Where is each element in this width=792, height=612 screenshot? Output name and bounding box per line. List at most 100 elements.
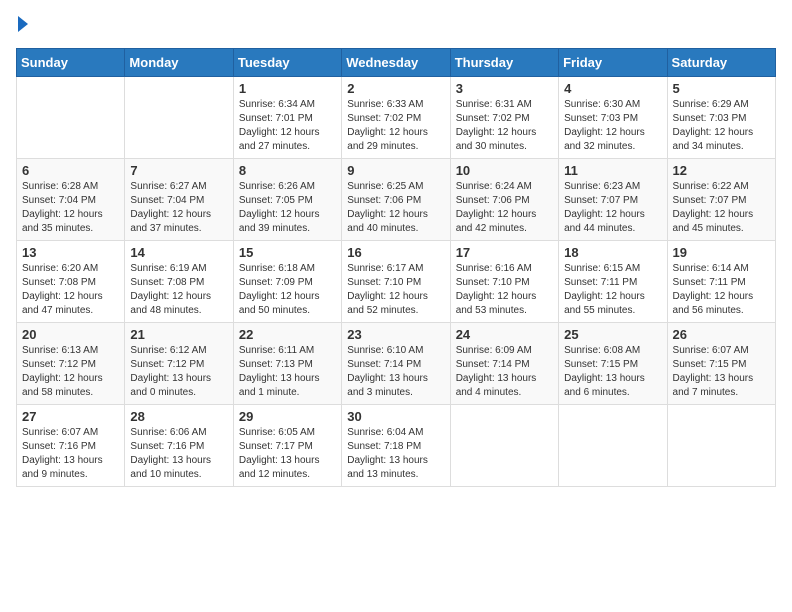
calendar-cell: 18 Sunrise: 6:15 AM Sunset: 7:11 PM Dayli… [559,241,667,323]
calendar-cell: 12 Sunrise: 6:22 AM Sunset: 7:07 PM Dayli… [667,159,775,241]
calendar-week-row: 27 Sunrise: 6:07 AM Sunset: 7:16 PM Dayli… [17,405,776,487]
cell-info: Sunrise: 6:18 AM Sunset: 7:09 PM Dayligh… [239,262,336,318]
calendar-cell: 20 Sunrise: 6:13 AM Sunset: 7:12 PM Dayli… [17,323,125,405]
weekday-header-thursday: Thursday [450,49,558,77]
cell-info: Sunrise: 6:29 AM Sunset: 7:03 PM Dayligh… [673,98,770,154]
day-number: 22 [239,327,336,342]
calendar-body: 1 Sunrise: 6:34 AM Sunset: 7:01 PM Daylig… [17,77,776,487]
cell-info: Sunrise: 6:31 AM Sunset: 7:02 PM Dayligh… [456,98,553,154]
calendar-cell: 25 Sunrise: 6:08 AM Sunset: 7:15 PM Dayli… [559,323,667,405]
day-number: 9 [347,163,444,178]
calendar-cell: 26 Sunrise: 6:07 AM Sunset: 7:15 PM Dayli… [667,323,775,405]
calendar-cell: 17 Sunrise: 6:16 AM Sunset: 7:10 PM Dayli… [450,241,558,323]
calendar-cell: 29 Sunrise: 6:05 AM Sunset: 7:17 PM Dayli… [233,405,341,487]
calendar-cell: 5Sunrise: 6:29 AM Sunset: 7:03 PM Daylig… [667,77,775,159]
day-number: 27 [22,409,119,424]
calendar-header-row: SundayMondayTuesdayWednesdayThursdayFrid… [17,49,776,77]
cell-info: Sunrise: 6:28 AM Sunset: 7:04 PM Dayligh… [22,180,119,236]
calendar-cell [667,405,775,487]
calendar-cell: 3 Sunrise: 6:31 AM Sunset: 7:02 PM Daylig… [450,77,558,159]
page-header [16,16,776,36]
cell-info: Sunrise: 6:33 AM Sunset: 7:02 PM Dayligh… [347,98,444,154]
calendar-cell [559,405,667,487]
day-number: 17 [456,245,553,260]
calendar-cell [17,77,125,159]
calendar-cell: 24 Sunrise: 6:09 AM Sunset: 7:14 PM Dayli… [450,323,558,405]
day-number: 10 [456,163,553,178]
day-number: 3 [456,81,553,96]
calendar-cell: 8Sunrise: 6:26 AM Sunset: 7:05 PM Daylig… [233,159,341,241]
cell-info: Sunrise: 6:19 AM Sunset: 7:08 PM Dayligh… [130,262,227,318]
calendar-week-row: 1 Sunrise: 6:34 AM Sunset: 7:01 PM Daylig… [17,77,776,159]
cell-info: Sunrise: 6:06 AM Sunset: 7:16 PM Dayligh… [130,426,227,482]
calendar-cell: 30 Sunrise: 6:04 AM Sunset: 7:18 PM Dayli… [342,405,450,487]
day-number: 20 [22,327,119,342]
cell-info: Sunrise: 6:04 AM Sunset: 7:18 PM Dayligh… [347,426,444,482]
day-number: 28 [130,409,227,424]
day-number: 26 [673,327,770,342]
cell-info: Sunrise: 6:23 AM Sunset: 7:07 PM Dayligh… [564,180,661,236]
cell-info: Sunrise: 6:10 AM Sunset: 7:14 PM Dayligh… [347,344,444,400]
day-number: 2 [347,81,444,96]
calendar-table: SundayMondayTuesdayWednesdayThursdayFrid… [16,48,776,487]
day-number: 14 [130,245,227,260]
cell-info: Sunrise: 6:20 AM Sunset: 7:08 PM Dayligh… [22,262,119,318]
weekday-header-saturday: Saturday [667,49,775,77]
day-number: 15 [239,245,336,260]
calendar-week-row: 13 Sunrise: 6:20 AM Sunset: 7:08 PM Dayli… [17,241,776,323]
calendar-cell: 6 Sunrise: 6:28 AM Sunset: 7:04 PM Daylig… [17,159,125,241]
day-number: 24 [456,327,553,342]
logo-triangle-icon [18,16,28,32]
cell-info: Sunrise: 6:11 AM Sunset: 7:13 PM Dayligh… [239,344,336,400]
day-number: 25 [564,327,661,342]
calendar-cell: 16 Sunrise: 6:17 AM Sunset: 7:10 PM Dayli… [342,241,450,323]
calendar-cell: 7 Sunrise: 6:27 AM Sunset: 7:04 PM Daylig… [125,159,233,241]
cell-info: Sunrise: 6:13 AM Sunset: 7:12 PM Dayligh… [22,344,119,400]
day-number: 30 [347,409,444,424]
weekday-header-monday: Monday [125,49,233,77]
day-number: 19 [673,245,770,260]
day-number: 6 [22,163,119,178]
cell-info: Sunrise: 6:25 AM Sunset: 7:06 PM Dayligh… [347,180,444,236]
calendar-cell: 10Sunrise: 6:24 AM Sunset: 7:06 PM Dayli… [450,159,558,241]
cell-info: Sunrise: 6:22 AM Sunset: 7:07 PM Dayligh… [673,180,770,236]
day-number: 23 [347,327,444,342]
cell-info: Sunrise: 6:15 AM Sunset: 7:11 PM Dayligh… [564,262,661,318]
logo [16,16,28,36]
day-number: 4 [564,81,661,96]
cell-info: Sunrise: 6:14 AM Sunset: 7:11 PM Dayligh… [673,262,770,318]
cell-info: Sunrise: 6:16 AM Sunset: 7:10 PM Dayligh… [456,262,553,318]
day-number: 16 [347,245,444,260]
cell-info: Sunrise: 6:09 AM Sunset: 7:14 PM Dayligh… [456,344,553,400]
calendar-cell: 11 Sunrise: 6:23 AM Sunset: 7:07 PM Dayli… [559,159,667,241]
calendar-cell: 22 Sunrise: 6:11 AM Sunset: 7:13 PM Dayli… [233,323,341,405]
calendar-cell: 1 Sunrise: 6:34 AM Sunset: 7:01 PM Daylig… [233,77,341,159]
calendar-cell: 9 Sunrise: 6:25 AM Sunset: 7:06 PM Daylig… [342,159,450,241]
cell-info: Sunrise: 6:26 AM Sunset: 7:05 PM Dayligh… [239,180,336,236]
calendar-cell: 21Sunrise: 6:12 AM Sunset: 7:12 PM Dayli… [125,323,233,405]
weekday-header-tuesday: Tuesday [233,49,341,77]
cell-info: Sunrise: 6:30 AM Sunset: 7:03 PM Dayligh… [564,98,661,154]
day-number: 13 [22,245,119,260]
cell-info: Sunrise: 6:34 AM Sunset: 7:01 PM Dayligh… [239,98,336,154]
calendar-cell [450,405,558,487]
cell-info: Sunrise: 6:07 AM Sunset: 7:15 PM Dayligh… [673,344,770,400]
day-number: 12 [673,163,770,178]
cell-info: Sunrise: 6:08 AM Sunset: 7:15 PM Dayligh… [564,344,661,400]
calendar-cell: 4 Sunrise: 6:30 AM Sunset: 7:03 PM Daylig… [559,77,667,159]
calendar-cell: 14 Sunrise: 6:19 AM Sunset: 7:08 PM Dayli… [125,241,233,323]
day-number: 18 [564,245,661,260]
calendar-week-row: 20 Sunrise: 6:13 AM Sunset: 7:12 PM Dayli… [17,323,776,405]
calendar-cell [125,77,233,159]
day-number: 29 [239,409,336,424]
calendar-week-row: 6 Sunrise: 6:28 AM Sunset: 7:04 PM Daylig… [17,159,776,241]
cell-info: Sunrise: 6:12 AM Sunset: 7:12 PM Dayligh… [130,344,227,400]
day-number: 7 [130,163,227,178]
cell-info: Sunrise: 6:17 AM Sunset: 7:10 PM Dayligh… [347,262,444,318]
cell-info: Sunrise: 6:27 AM Sunset: 7:04 PM Dayligh… [130,180,227,236]
day-number: 11 [564,163,661,178]
cell-info: Sunrise: 6:05 AM Sunset: 7:17 PM Dayligh… [239,426,336,482]
day-number: 1 [239,81,336,96]
cell-info: Sunrise: 6:07 AM Sunset: 7:16 PM Dayligh… [22,426,119,482]
calendar-cell: 23 Sunrise: 6:10 AM Sunset: 7:14 PM Dayli… [342,323,450,405]
